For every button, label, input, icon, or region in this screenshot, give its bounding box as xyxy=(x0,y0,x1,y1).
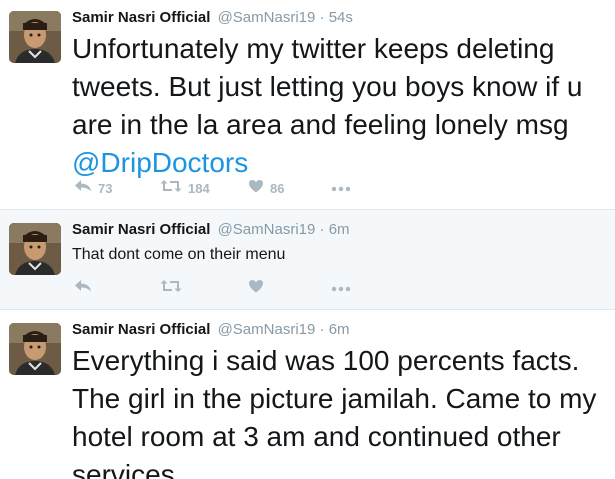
tweet[interactable]: Samir Nasri Official @SamNasri19 · 6m Th… xyxy=(0,210,615,310)
avatar[interactable] xyxy=(9,323,61,375)
more-icon xyxy=(331,179,351,197)
tweet-text: That dont come on their menu xyxy=(72,246,286,263)
like-button[interactable] xyxy=(248,278,264,298)
avatar[interactable] xyxy=(9,11,61,63)
tweet-timeline: Samir Nasri Official @SamNasri19 · 54s U… xyxy=(0,0,615,479)
reply-icon xyxy=(74,179,92,198)
retweet-count: 184 xyxy=(188,180,210,196)
tweet-header: Samir Nasri Official @SamNasri19 · 54s xyxy=(72,9,353,27)
reply-button[interactable]: 73 xyxy=(74,178,112,198)
more-icon xyxy=(331,279,351,297)
tweet[interactable]: Samir Nasri Official @SamNasri19 · 6m Ev… xyxy=(0,310,615,479)
heart-icon xyxy=(248,179,264,198)
reply-count: 73 xyxy=(98,180,113,196)
tweet-body: Unfortunately my twitter keeps deleting … xyxy=(72,33,583,140)
author-name[interactable]: Samir Nasri Official xyxy=(72,221,210,238)
author-handle[interactable]: @SamNasri19 xyxy=(218,221,316,238)
avatar[interactable] xyxy=(9,223,61,275)
heart-icon xyxy=(248,279,264,298)
retweet-icon xyxy=(160,179,182,198)
separator: · xyxy=(319,321,325,338)
author-name[interactable]: Samir Nasri Official xyxy=(72,9,210,26)
author-handle[interactable]: @SamNasri19 xyxy=(218,9,316,26)
reply-icon xyxy=(74,279,92,298)
tweet-text: Everything i said was 100 percents facts… xyxy=(72,345,597,479)
retweet-button[interactable] xyxy=(160,278,182,298)
tweet[interactable]: Samir Nasri Official @SamNasri19 · 54s U… xyxy=(0,0,615,210)
more-button[interactable] xyxy=(331,278,351,298)
like-button[interactable]: 86 xyxy=(248,178,284,198)
timestamp[interactable]: 6m xyxy=(329,221,350,238)
reply-button[interactable] xyxy=(74,278,92,298)
tweet-header: Samir Nasri Official @SamNasri19 · 6m xyxy=(72,221,350,239)
separator: · xyxy=(319,221,325,238)
tweet-text: Unfortunately my twitter keeps deleting … xyxy=(72,30,608,182)
author-name[interactable]: Samir Nasri Official xyxy=(72,321,210,338)
author-handle[interactable]: @SamNasri19 xyxy=(218,321,316,338)
tweet-header: Samir Nasri Official @SamNasri19 · 6m xyxy=(72,321,350,339)
timestamp[interactable]: 54s xyxy=(329,9,353,26)
separator: · xyxy=(319,9,325,26)
mention-link[interactable]: @DripDoctors xyxy=(72,147,248,178)
more-button[interactable] xyxy=(331,178,351,198)
timestamp[interactable]: 6m xyxy=(329,321,350,338)
retweet-icon xyxy=(160,279,182,298)
retweet-button[interactable]: 184 xyxy=(160,178,210,198)
like-count: 86 xyxy=(270,180,285,196)
